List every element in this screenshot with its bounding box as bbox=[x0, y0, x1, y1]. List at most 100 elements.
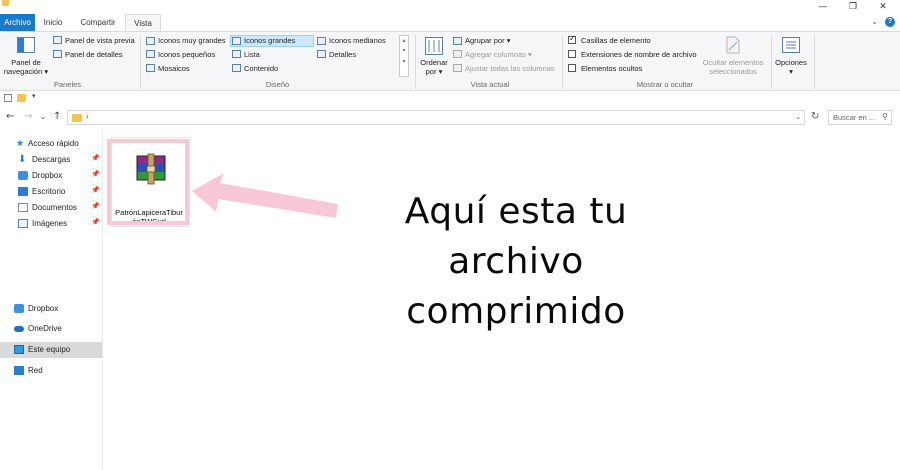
medium-icons-icon bbox=[317, 37, 326, 45]
sidebar-item-imagenes[interactable]: Imágenes 📌 bbox=[0, 216, 102, 232]
chevron-down-icon[interactable]: ⌄ bbox=[871, 17, 878, 26]
folder-icon bbox=[72, 114, 82, 122]
tab-inicio[interactable]: Inicio bbox=[36, 14, 70, 31]
sidebar-item-acceso-rapido[interactable]: ★ Acceso rápido bbox=[0, 136, 102, 152]
layout-scrollbar[interactable]: ▴ ▾ ▾ bbox=[399, 35, 409, 77]
pin-icon[interactable]: 📌 bbox=[91, 154, 100, 162]
help-icon[interactable]: ? bbox=[885, 17, 895, 27]
chevron-down-icon[interactable]: ▾ bbox=[400, 46, 408, 56]
restore-button[interactable]: ❐ bbox=[838, 0, 868, 14]
dropbox-icon bbox=[18, 171, 28, 180]
back-icon[interactable]: ← bbox=[6, 111, 14, 122]
ribbon-divider bbox=[562, 35, 563, 89]
hide-selected-button[interactable]: Ocultar elementos bbox=[700, 58, 766, 67]
up-icon[interactable]: ↑ bbox=[53, 111, 61, 122]
details-icon bbox=[317, 50, 326, 58]
layout-medium-icons[interactable]: Iconos medianos bbox=[329, 36, 386, 45]
layout-tiles[interactable]: Mosaicos bbox=[158, 64, 190, 73]
sidebar-item-dropbox[interactable]: Dropbox bbox=[0, 301, 102, 317]
pin-icon[interactable]: 📌 bbox=[91, 186, 100, 194]
refresh-icon[interactable]: ↻ bbox=[811, 111, 819, 122]
customize-toolbar-icon[interactable]: ▾ bbox=[32, 92, 36, 100]
file-extensions-checkbox[interactable] bbox=[568, 50, 576, 58]
options-icon bbox=[782, 37, 800, 53]
tab-archivo[interactable]: Archivo bbox=[0, 14, 35, 31]
group-label-diseno: Diseño bbox=[265, 80, 290, 89]
expand-icon[interactable]: ▾ bbox=[400, 56, 408, 68]
ribbon-divider bbox=[771, 35, 772, 89]
sidebar-item-label: Documentos bbox=[32, 203, 77, 212]
ribbon-tabs: Archivo Inicio Compartir Vista ⌄ ? bbox=[0, 14, 900, 31]
list-icon bbox=[232, 50, 241, 58]
sidebar-item-label: Dropbox bbox=[28, 304, 59, 313]
extra-large-icons-icon bbox=[146, 37, 155, 45]
recent-locations-icon[interactable]: ⌄ bbox=[40, 113, 46, 121]
address-bar[interactable]: › ⌄ bbox=[67, 110, 805, 125]
close-button[interactable]: ✕ bbox=[868, 0, 898, 14]
minimize-button[interactable]: — bbox=[808, 0, 838, 14]
sidebar-item-este-equipo[interactable]: Este equipo bbox=[0, 342, 102, 358]
options-dropdown-arrow[interactable]: ▾ bbox=[774, 67, 808, 76]
layout-extra-large-icons[interactable]: Iconos muy grandes bbox=[158, 36, 226, 45]
add-columns-button[interactable]: Agregar columnas ▾ bbox=[465, 50, 532, 59]
preview-pane-button[interactable]: Panel de vista previa bbox=[65, 36, 135, 45]
sidebar-item-label: Dropbox bbox=[32, 171, 63, 180]
breadcrumb-chevron[interactable]: › bbox=[86, 112, 89, 121]
sidebar-item-descargas[interactable]: ⬇ Descargas 📌 bbox=[0, 152, 102, 168]
tab-vista[interactable]: Vista bbox=[125, 14, 161, 31]
properties-icon[interactable] bbox=[4, 94, 12, 102]
navigation-pane-icon bbox=[17, 37, 35, 53]
group-by-button[interactable]: Agrupar por ▾ bbox=[465, 36, 510, 45]
tab-compartir[interactable]: Compartir bbox=[73, 14, 123, 31]
options-button[interactable]: Opciones bbox=[774, 58, 808, 67]
layout-details[interactable]: Detalles bbox=[329, 50, 356, 59]
dropbox-icon bbox=[14, 304, 24, 313]
hide-selected-icon bbox=[726, 36, 740, 54]
search-input[interactable]: Buscar en ... ⚲ bbox=[828, 110, 892, 125]
size-columns-button[interactable]: Ajustar todas las columnas bbox=[465, 64, 555, 73]
layout-content[interactable]: Contenido bbox=[244, 64, 278, 73]
desktop-icon bbox=[18, 187, 28, 196]
layout-list[interactable]: Lista bbox=[244, 50, 260, 59]
search-placeholder: Buscar en ... bbox=[833, 113, 876, 122]
chevron-up-icon[interactable]: ▴ bbox=[400, 36, 408, 46]
sidebar-item-dropbox-quick[interactable]: Dropbox 📌 bbox=[0, 168, 102, 184]
hidden-items-checkbox[interactable] bbox=[568, 64, 576, 72]
annotation-text: Aquí esta tu archivo comprimido bbox=[366, 187, 666, 337]
sidebar-item-label: Red bbox=[28, 366, 43, 375]
layout-small-icons[interactable]: Iconos pequeños bbox=[158, 50, 215, 59]
annotation-line-1: Aquí esta tu bbox=[404, 191, 628, 232]
sidebar-item-documentos[interactable]: Documentos 📌 bbox=[0, 200, 102, 216]
small-icons-icon bbox=[146, 50, 155, 58]
ribbon-divider bbox=[814, 35, 815, 89]
hidden-items-label: Elementos ocultos bbox=[581, 64, 643, 73]
preview-pane-icon bbox=[53, 36, 62, 44]
forward-icon[interactable]: → bbox=[24, 111, 32, 122]
sidebar-item-label: Acceso rápido bbox=[28, 139, 79, 148]
sidebar-item-onedrive[interactable]: OneDrive bbox=[0, 321, 102, 337]
details-pane-button[interactable]: Panel de detalles bbox=[65, 50, 123, 59]
new-folder-icon[interactable] bbox=[17, 94, 26, 102]
pictures-icon bbox=[18, 219, 28, 228]
nav-pane-label: Panel de bbox=[11, 58, 41, 67]
sidebar-item-red[interactable]: Red bbox=[0, 363, 102, 379]
item-checkboxes-checkbox[interactable] bbox=[568, 34, 576, 44]
computer-icon bbox=[14, 345, 24, 354]
sidebar-item-escritorio[interactable]: Escritorio 📌 bbox=[0, 184, 102, 200]
pin-icon[interactable]: 📌 bbox=[91, 218, 100, 226]
documents-icon bbox=[18, 203, 28, 212]
layout-large-icons[interactable]: Iconos grandes bbox=[244, 36, 295, 45]
sidebar-item-label: Imágenes bbox=[32, 219, 68, 228]
pin-icon[interactable]: 📌 bbox=[91, 202, 100, 210]
title-bar: — ❐ ✕ bbox=[0, 0, 900, 14]
search-icon: ⚲ bbox=[882, 112, 888, 121]
sort-by-button[interactable]: Ordenar bbox=[418, 58, 450, 67]
highlight-box bbox=[107, 139, 189, 225]
cloud-icon bbox=[14, 326, 24, 332]
download-icon: ⬇ bbox=[18, 154, 27, 165]
star-icon: ★ bbox=[16, 138, 25, 148]
chevron-down-icon[interactable]: ⌄ bbox=[795, 113, 801, 121]
sidebar-item-label: Escritorio bbox=[32, 187, 66, 196]
sidebar-item-label: Este equipo bbox=[28, 345, 71, 354]
pin-icon[interactable]: 📌 bbox=[91, 170, 100, 178]
